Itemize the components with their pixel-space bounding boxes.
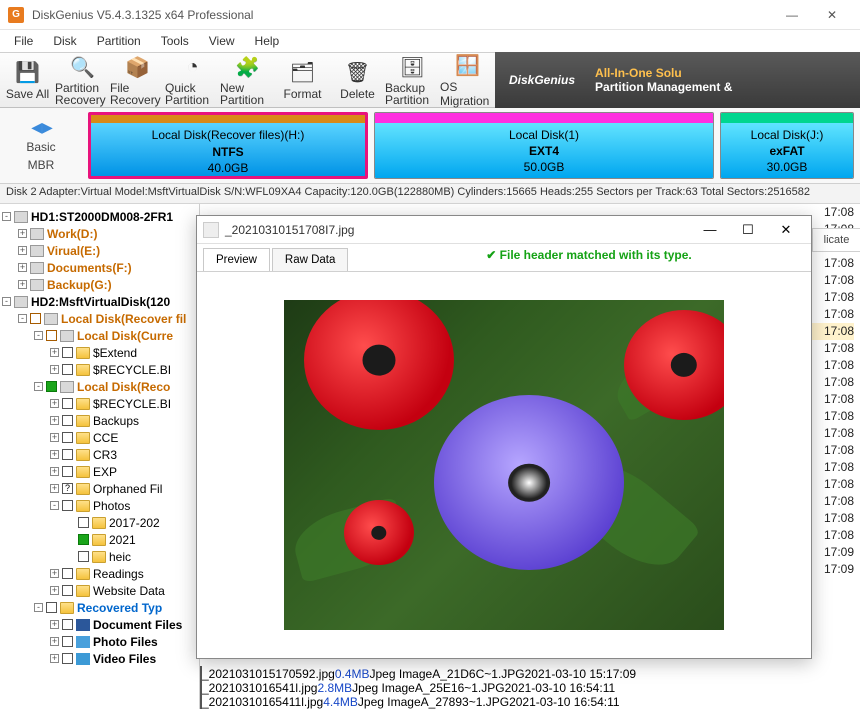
partition-strip: Local Disk(Recover files)(H:)NTFS40.0GB … xyxy=(82,108,860,183)
brand-name: DiskGenius xyxy=(509,73,575,87)
image-icon xyxy=(76,636,90,648)
menu-file[interactable]: File xyxy=(6,32,41,50)
close-button[interactable]: ✕ xyxy=(812,1,852,29)
preview-maximize-button[interactable]: ☐ xyxy=(729,217,767,243)
directory-tree[interactable]: -HD1:ST2000DM008-2FR1 +Work(D:) +Virual(… xyxy=(0,204,200,709)
window-icon: 🪟 xyxy=(454,53,482,78)
delete-button[interactable]: 🗑Delete xyxy=(330,53,385,107)
partition-1[interactable]: Local Disk(1)EXT450.0GB xyxy=(374,112,714,179)
minimize-button[interactable]: — xyxy=(772,1,812,29)
tab-preview[interactable]: Preview xyxy=(203,248,270,271)
preview-status: File header matched with its type. xyxy=(377,248,801,262)
partition-j[interactable]: Local Disk(J:)exFAT30.0GB xyxy=(720,112,854,179)
nav-arrows[interactable]: ◀ ▶ xyxy=(31,119,50,136)
duplicate-tab[interactable]: licate xyxy=(812,228,860,252)
disk-map-nav: ◀ ▶ Basic MBR xyxy=(0,108,82,183)
tree-documents[interactable]: Documents(F:) xyxy=(47,261,132,275)
format-icon: 🗂 xyxy=(289,59,317,85)
preview-close-button[interactable]: ✕ xyxy=(767,217,805,243)
tree-virual[interactable]: Virual(E:) xyxy=(47,244,100,258)
preview-body xyxy=(197,272,811,658)
modified-times-column: 17:0817:0816:54:1117:0817:0817:0817:0817… xyxy=(808,204,854,578)
partition-h[interactable]: Local Disk(Recover files)(H:)NTFS40.0GB xyxy=(88,112,368,179)
toolbar: 💾Save All 🔍Partition Recovery 📦File Reco… xyxy=(0,52,860,108)
tree-2021[interactable]: 2021 xyxy=(109,533,136,547)
brand-banner: DiskGenius All-In-One Solu Partition Man… xyxy=(495,52,860,108)
preview-titlebar: _20210310151708I7.jpg — ☐ ✕ xyxy=(197,216,811,244)
preview-tabs: Preview Raw Data File header matched wit… xyxy=(197,244,811,272)
disk-icon xyxy=(14,211,28,223)
disk-map: ◀ ▶ Basic MBR Local Disk(Recover files)(… xyxy=(0,108,860,184)
os-migration-button[interactable]: 🪟OS Migration xyxy=(440,53,495,107)
file-icon xyxy=(203,222,219,238)
menu-disk[interactable]: Disk xyxy=(45,32,84,50)
tree-recover[interactable]: Local Disk(Recover fil xyxy=(61,312,186,326)
tree-current[interactable]: Local Disk(Curre xyxy=(77,329,173,343)
menu-help[interactable]: Help xyxy=(247,32,288,50)
tree-recovered[interactable]: Local Disk(Reco xyxy=(77,380,170,394)
file-recovery-button[interactable]: 📦File Recovery xyxy=(110,53,165,107)
tab-raw-data[interactable]: Raw Data xyxy=(272,248,349,271)
tree-hd1[interactable]: HD1:ST2000DM008-2FR1 xyxy=(31,210,173,224)
puzzle-icon: 🧩 xyxy=(234,54,262,80)
menu-tools[interactable]: Tools xyxy=(153,32,197,50)
format-button[interactable]: 🗂Format xyxy=(275,53,330,107)
quick-partition-button[interactable]: ◔Quick Partition xyxy=(165,53,220,107)
menu-partition[interactable]: Partition xyxy=(89,32,149,50)
partition-recovery-button[interactable]: 🔍Partition Recovery xyxy=(55,53,110,107)
trash-icon: 🗑 xyxy=(344,59,372,85)
preview-image xyxy=(284,300,724,630)
menubar: File Disk Partition Tools View Help xyxy=(0,30,860,52)
expand-icon[interactable]: - xyxy=(2,212,11,221)
folder-icon xyxy=(76,347,90,359)
backup-partition-button[interactable]: 🗄Backup Partition xyxy=(385,53,440,107)
box-icon: 📦 xyxy=(124,54,152,80)
pie-icon: ◔ xyxy=(179,54,207,80)
app-logo-icon: G xyxy=(8,7,24,23)
tree-work[interactable]: Work(D:) xyxy=(47,227,97,241)
save-all-button[interactable]: 💾Save All xyxy=(0,53,55,107)
tree-recovered-types[interactable]: Recovered Typ xyxy=(77,601,162,615)
magnifier-icon: 🔍 xyxy=(69,54,97,80)
menu-view[interactable]: View xyxy=(201,32,243,50)
file-row[interactable]: _20210310165411l.jpg4.4MBJpeg ImageA_278… xyxy=(200,695,860,709)
new-partition-button[interactable]: 🧩New Partition xyxy=(220,53,275,107)
tree-photos[interactable]: Photos xyxy=(93,499,130,513)
video-icon xyxy=(76,653,90,665)
preview-minimize-button[interactable]: — xyxy=(691,217,729,243)
tree-hd2[interactable]: HD2:MsftVirtualDisk(120 xyxy=(31,295,170,309)
preview-title: _20210310151708I7.jpg xyxy=(225,223,691,237)
preview-window: _20210310151708I7.jpg — ☐ ✕ Preview Raw … xyxy=(196,215,812,659)
window-title: DiskGenius V5.4.3.1325 x64 Professional xyxy=(32,8,772,22)
tree-backup[interactable]: Backup(G:) xyxy=(47,278,112,292)
titlebar: G DiskGenius V5.4.3.1325 x64 Professiona… xyxy=(0,0,860,30)
file-row[interactable]: _2021031016541l.jpg2.8MBJpeg ImageA_25E1… xyxy=(200,681,860,695)
disk-info-bar: Disk 2 Adapter:Virtual Model:MsftVirtual… xyxy=(0,184,860,204)
word-icon xyxy=(76,619,90,631)
backup-icon: 🗄 xyxy=(399,54,427,80)
save-icon: 💾 xyxy=(14,59,42,85)
file-row[interactable]: _2021031015170592.jpg0.4MBJpeg ImageA_21… xyxy=(200,667,860,681)
